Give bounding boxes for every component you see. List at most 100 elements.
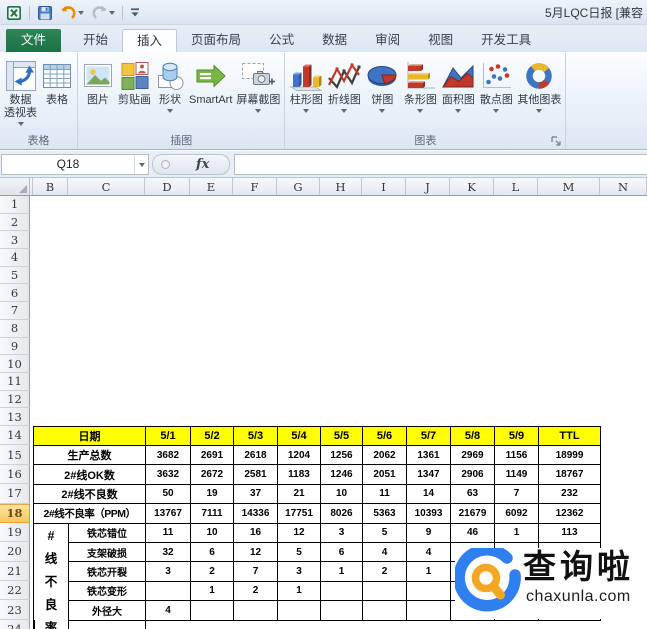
column-header-H[interactable]: H [320, 178, 362, 195]
table-cell[interactable]: 1 [190, 580, 234, 602]
table-cell[interactable]: 2672 [190, 464, 234, 485]
row-header-19[interactable]: 19 [0, 522, 30, 543]
table-cell[interactable]: 2691 [190, 444, 234, 466]
insert-function-button[interactable]: fx [196, 157, 209, 172]
table-cell[interactable]: 17751 [277, 503, 321, 524]
column-header-E[interactable]: E [190, 178, 233, 195]
table-cell[interactable]: 1256 [320, 444, 363, 466]
table-header-cell[interactable]: 5/6 [362, 426, 407, 446]
row-header-23[interactable]: 23 [0, 600, 30, 620]
defect-category-cell[interactable]: 铁芯错位 [68, 522, 146, 543]
row-header-17[interactable]: 17 [0, 484, 30, 504]
table-cell[interactable]: 18999 [538, 444, 601, 466]
row-header-8[interactable]: 8 [0, 319, 30, 338]
column-header-C[interactable]: C [68, 178, 145, 195]
row-header-15[interactable]: 15 [0, 445, 30, 465]
tab-insert[interactable]: 插入 [122, 29, 178, 52]
table-cell[interactable]: 5363 [362, 503, 407, 524]
table-cell[interactable]: 18767 [538, 464, 601, 485]
table-cell[interactable]: 6092 [494, 503, 539, 524]
table-header-cell[interactable]: 5/9 [494, 426, 539, 446]
tab-data[interactable]: 数据 [308, 29, 361, 52]
row-header-10[interactable]: 10 [0, 355, 30, 373]
row-header-20[interactable]: 20 [0, 542, 30, 562]
ribbon-button-other-charts[interactable]: 其他图表 [515, 55, 563, 131]
row-header-12[interactable]: 12 [0, 390, 30, 409]
name-box[interactable]: Q18 [1, 153, 149, 175]
table-header-cell[interactable]: TTL [538, 426, 601, 446]
table-cell[interactable]: 21 [277, 483, 321, 505]
save-button[interactable] [35, 4, 55, 22]
table-cell[interactable]: 2618 [233, 444, 278, 466]
ribbon-button-pivot-table[interactable]: 数据 透视表 [2, 55, 39, 131]
ribbon-button-table[interactable]: 表格 [39, 55, 75, 131]
row-header-1[interactable]: 1 [0, 196, 30, 214]
table-header-cell[interactable]: 5/3 [233, 426, 278, 446]
column-header-N[interactable]: N [600, 178, 647, 195]
tab-formulas[interactable]: 公式 [255, 29, 308, 52]
column-header-F[interactable]: F [233, 178, 277, 195]
defect-category-cell[interactable]: 支架破损 [68, 541, 146, 563]
select-all-corner[interactable] [0, 178, 30, 195]
ribbon-button-column-chart[interactable]: 柱形图 [287, 55, 325, 131]
table-cell[interactable]: 13767 [145, 503, 191, 524]
table-cell[interactable]: 12 [233, 541, 278, 563]
table-cell[interactable]: 6 [190, 541, 234, 563]
row-header-16[interactable]: 16 [0, 464, 30, 485]
table-cell[interactable]: 11 [145, 522, 191, 543]
table-cell[interactable]: 21679 [450, 503, 495, 524]
table-cell[interactable]: 4 [362, 541, 407, 563]
table-cell[interactable] [406, 600, 451, 621]
ribbon-button-clipart[interactable]: 剪贴画 [116, 55, 153, 131]
table-cell[interactable]: 2051 [362, 464, 407, 485]
table-row-label[interactable]: 2#线OK数 [33, 464, 146, 485]
chart-dialog-launcher[interactable] [549, 134, 562, 147]
ribbon-button-picture[interactable]: 图片 [80, 55, 116, 131]
table-cell[interactable]: 11 [362, 483, 407, 505]
table-cell[interactable]: 7111 [190, 503, 234, 524]
table-cell[interactable]: 3 [320, 522, 363, 543]
row-header-4[interactable]: 4 [0, 249, 30, 267]
table-cell[interactable]: 2 [362, 561, 407, 582]
ribbon-button-bar-chart[interactable]: 条形图 [401, 55, 439, 131]
row-header-5[interactable]: 5 [0, 266, 30, 285]
table-cell[interactable]: 4 [145, 600, 191, 621]
column-header-J[interactable]: J [406, 178, 450, 195]
row-header-6[interactable]: 6 [0, 284, 30, 303]
table-header-cell[interactable]: 5/4 [277, 426, 321, 446]
defect-category-cell[interactable]: 铁芯变形 [68, 580, 146, 602]
table-header-cell[interactable]: 5/7 [406, 426, 451, 446]
table-cell[interactable]: 1 [494, 522, 539, 543]
ribbon-button-scatter-chart[interactable]: 散点图 [477, 55, 515, 131]
table-cell[interactable]: 12362 [538, 503, 601, 524]
table-cell[interactable]: 1 [406, 561, 451, 582]
tab-page-layout[interactable]: 页面布局 [177, 29, 255, 52]
table-cell[interactable] [320, 580, 363, 602]
table-row-label[interactable]: 2#线不良率（PPM） [33, 503, 146, 524]
table-cell[interactable] [190, 600, 234, 621]
table-cell[interactable] [362, 600, 407, 621]
row-header-21[interactable]: 21 [0, 561, 30, 582]
table-cell[interactable]: 3 [277, 561, 321, 582]
row-header-18[interactable]: 18 [0, 503, 30, 523]
column-header-B[interactable]: B [33, 178, 68, 195]
column-header-K[interactable]: K [450, 178, 494, 195]
table-cell[interactable]: 113 [538, 522, 601, 543]
redo-button[interactable] [89, 4, 117, 21]
column-header-D[interactable]: D [145, 178, 190, 195]
table-cell[interactable]: 2969 [450, 444, 495, 466]
ribbon-button-smartart[interactable]: SmartArt [187, 55, 234, 131]
defect-category-cell[interactable]: 铁芯开裂 [68, 561, 146, 582]
ribbon-button-shapes[interactable]: 形状 [153, 55, 187, 131]
table-cell[interactable]: 32 [145, 541, 191, 563]
table-cell[interactable]: 10 [190, 522, 234, 543]
row-header-2[interactable]: 2 [0, 213, 30, 232]
name-box-dropdown[interactable] [134, 154, 148, 174]
table-cell[interactable]: 50 [145, 483, 191, 505]
column-header-M[interactable]: M [538, 178, 600, 195]
row-header-3[interactable]: 3 [0, 231, 30, 250]
table-cell[interactable]: 3682 [145, 444, 191, 466]
column-header-G[interactable]: G [277, 178, 320, 195]
tab-view[interactable]: 视图 [414, 29, 467, 52]
defect-category-cell[interactable]: 外径大 [68, 600, 146, 621]
